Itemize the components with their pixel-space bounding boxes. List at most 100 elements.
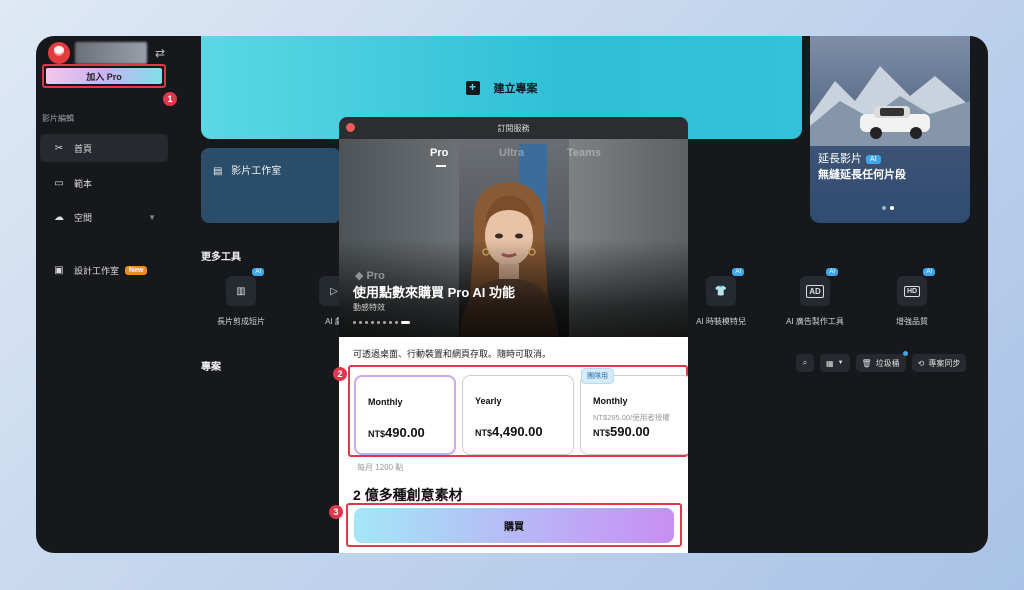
scissors-icon: ✂: [54, 142, 64, 154]
buy-button[interactable]: 購買: [354, 508, 674, 543]
chevron-down-icon[interactable]: ▼: [148, 213, 156, 222]
film-icon: ▥ AI: [226, 268, 264, 306]
plan-currency: NT$: [475, 428, 493, 438]
chevron-down-icon: ▼: [837, 360, 844, 366]
annotation-badge-1: 1: [163, 92, 177, 106]
ai-tag: AI: [732, 268, 744, 276]
grid-icon: ▦: [826, 358, 834, 368]
extend-video-title: 延長影片 AI: [818, 150, 881, 166]
search-button[interactable]: ⌕: [796, 354, 814, 372]
annotation-badge-3: 3: [329, 505, 343, 519]
ad-icon: AD AI: [800, 268, 838, 306]
points-text: 每月 1200 點: [357, 463, 404, 472]
film-icon: ▤: [213, 166, 223, 177]
hero-banner: Pro Ultra Teams ◆ Pro 使用點數來購買 Pro AI 功能 …: [339, 139, 688, 337]
tab-pro[interactable]: Pro: [430, 147, 448, 159]
pro-logo: ◆ Pro: [355, 269, 385, 282]
video-studio-label: 影片工作室: [231, 166, 282, 177]
new-badge: New: [125, 265, 148, 275]
user-row: ⇄: [48, 40, 168, 66]
modal-titlebar: 訂閱服務: [339, 117, 688, 139]
close-window-button[interactable]: [346, 123, 355, 132]
plan-card-yearly[interactable]: Yearly NT$4,490.00: [462, 375, 574, 455]
ai-tag: AI: [866, 154, 881, 164]
search-icon: ⌕: [802, 358, 808, 367]
hd-icon: HD AI: [897, 268, 935, 306]
tool-label: AI 時裝模特兒: [696, 317, 746, 326]
ai-tag: AI: [252, 268, 264, 276]
join-pro-highlight: 加入 Pro: [42, 64, 166, 88]
avatar[interactable]: [48, 42, 70, 64]
plan-card-monthly[interactable]: Monthly NT$490.00: [354, 375, 456, 455]
tab-teams[interactable]: Teams: [567, 147, 601, 159]
materials-heading: 2 億多種創意素材: [353, 487, 463, 503]
extend-video-subtitle: 無縫延長任何片段: [818, 169, 906, 181]
pro-logo-text: Pro: [366, 270, 385, 282]
image-icon: ▣: [54, 264, 64, 276]
tool-label: AI 廣告製作工具: [786, 317, 844, 326]
tab-ultra[interactable]: Ultra: [499, 147, 524, 159]
sidebar-item-label: 首頁: [74, 143, 93, 154]
tool-enhance-quality[interactable]: HD AI 增強品質: [872, 268, 952, 327]
username-blurred: [75, 42, 147, 64]
switch-account-icon[interactable]: ⇄: [152, 45, 168, 61]
plan-price: NT$590.00: [593, 424, 650, 439]
sync-label: 專案同步: [928, 358, 961, 368]
template-icon: ▭: [54, 177, 64, 189]
hero-subtitle: 動感特效: [353, 303, 385, 312]
plan-price: NT$490.00: [368, 425, 425, 440]
sidebar: ⇄ 加入 Pro 1 影片編輯 ✂ 首頁 ▭ 範本 ☁ 空間 ▼ ▣ 設計工作室…: [36, 36, 182, 553]
sidebar-item-home[interactable]: ✂ 首頁: [40, 134, 168, 162]
subscription-modal: 訂閱服務 Pro Ultra Teams ◆ Pro 使用點數來購買 Pro A…: [339, 117, 688, 553]
sync-icon: ⟲: [917, 358, 925, 368]
plan-name: Monthly: [593, 396, 628, 406]
extend-title-text: 延長影片: [818, 153, 862, 165]
snow-mountain-car-image: [810, 66, 970, 146]
diamond-icon: ◆: [355, 270, 364, 282]
plan-currency: NT$: [368, 429, 386, 439]
plan-name: Yearly: [475, 396, 502, 406]
plan-price: NT$4,490.00: [475, 424, 543, 439]
plus-icon: +: [465, 80, 480, 95]
project-sync-button[interactable]: ⟲ 專案同步: [911, 354, 967, 372]
hero-title: 使用點數來購買 Pro AI 功能: [353, 285, 516, 300]
ad-glyph: AD: [806, 284, 824, 298]
tool-ai-fashion-model[interactable]: 👕 AI AI 時裝模特兒: [681, 268, 761, 327]
team-tag: 團隊用: [581, 368, 614, 384]
plan-name: Monthly: [368, 397, 403, 407]
trash-button[interactable]: 🗑 垃圾桶: [855, 354, 906, 372]
tab-underline: [436, 165, 446, 167]
hd-glyph: HD: [903, 285, 921, 297]
tool-ai-ad-maker[interactable]: AD AI AI 廣告製作工具: [775, 268, 855, 327]
section-label: 影片編輯: [42, 114, 74, 123]
ai-tag: AI: [923, 268, 935, 276]
create-project-label: 建立專案: [493, 82, 538, 95]
extend-video-card[interactable]: 延長影片 AI 無縫延長任何片段: [810, 36, 970, 223]
sidebar-item-design-studio[interactable]: ▣ 設計工作室 New: [40, 256, 168, 284]
plan-card-team-monthly[interactable]: Monthly NT$295.00/使用者授權 NT$590.00: [580, 375, 688, 455]
sidebar-item-label: 範本: [74, 178, 93, 189]
project-toolbar: ⌕ ▦ ▼ 🗑 垃圾桶 ⟲ 專案同步: [796, 354, 967, 372]
tool-long-to-short[interactable]: ▥ AI 長片剪成短片: [201, 268, 281, 327]
plan-currency: NT$: [593, 428, 611, 438]
access-text: 可透過桌面、行動裝置和網頁存取。隨時可取消。: [353, 349, 552, 359]
sidebar-item-label: 空間: [74, 212, 93, 223]
sidebar-item-templates[interactable]: ▭ 範本: [40, 169, 168, 197]
tool-label: 增強品質: [896, 317, 928, 326]
plan-note: NT$295.00/使用者授權: [593, 413, 670, 422]
projects-heading: 專案: [201, 362, 221, 373]
carousel-dots[interactable]: [882, 206, 894, 210]
sidebar-item-label: 設計工作室: [74, 265, 120, 276]
plan-tabs: Pro Ultra Teams: [339, 147, 688, 167]
modal-title: 訂閱服務: [497, 123, 530, 133]
trash-label: 垃圾桶: [875, 358, 900, 368]
sidebar-item-space[interactable]: ☁ 空間 ▼: [40, 203, 168, 231]
trash-icon: 🗑: [861, 358, 872, 368]
join-pro-button[interactable]: 加入 Pro: [46, 68, 162, 84]
cloud-icon: ☁: [54, 211, 64, 223]
slide-indicator[interactable]: [353, 321, 410, 324]
view-toggle-button[interactable]: ▦ ▼: [820, 354, 850, 372]
tool-label: 長片剪成短片: [217, 317, 265, 326]
video-studio-card[interactable]: ▤ 影片工作室: [201, 148, 341, 223]
plan-price-value: 590.00: [610, 424, 650, 439]
